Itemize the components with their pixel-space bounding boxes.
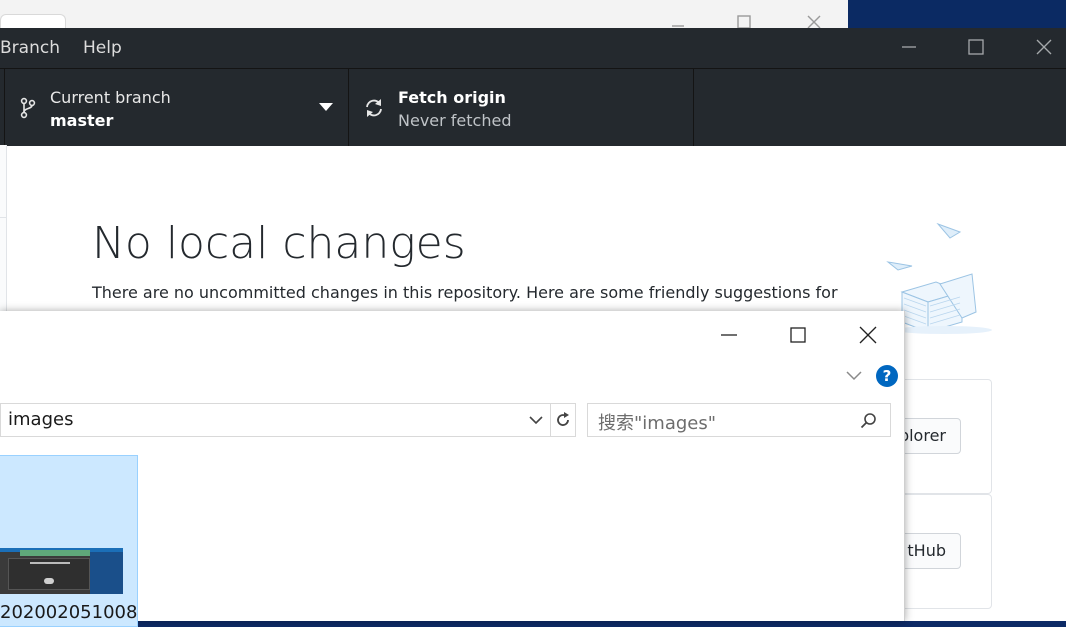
current-branch-button[interactable]: Current branch master [5,69,348,146]
desktop-background [848,0,1066,28]
chevron-down-icon [319,103,333,111]
background-window [0,0,849,29]
menu-help[interactable]: Help [83,38,122,58]
search-placeholder: 搜索"images" [598,413,717,434]
toolbar-divider [693,69,694,146]
toolbar: Current branch master Fetch origin Never… [0,68,1066,146]
fetch-title: Fetch origin [398,88,506,107]
minimize-icon[interactable] [898,36,920,58]
address-dropdown-icon[interactable] [529,414,543,426]
file-thumbnail [0,548,123,594]
background-tab [0,14,66,29]
current-branch-value: master [50,111,114,130]
help-icon[interactable]: ? [875,364,899,388]
expand-ribbon-chevron-icon[interactable] [845,368,863,382]
search-input[interactable]: 搜索"images" [587,403,891,437]
address-bar[interactable]: images [0,403,576,437]
svg-text:?: ? [883,367,892,385]
menu-branch[interactable]: Branch [0,38,60,58]
background-maximize-icon [737,15,751,28]
background-close-icon [807,15,821,28]
fetch-origin-button[interactable]: Fetch origin Never fetched [349,69,693,146]
file-item-selected[interactable]: 202002051008 [0,455,138,627]
minimize-icon[interactable] [717,323,741,347]
explorer-titlebar [0,311,904,357]
background-minimize-icon [672,25,684,27]
menu-bar: Branch Help [0,28,1066,68]
close-icon[interactable] [1033,36,1055,58]
search-icon[interactable] [860,412,877,429]
address-path: images [8,409,74,430]
sync-icon [366,99,382,117]
address-row: images 搜索"images" [0,403,904,437]
page-description: There are no uncommitted changes in this… [92,283,838,302]
fetch-subtitle: Never fetched [398,111,512,130]
file-explorer-window: ? images 搜索"images" 202002051008 [0,311,905,627]
maximize-icon[interactable] [965,36,987,58]
page-title: No local changes [92,218,466,269]
address-divider [550,404,551,436]
file-name: 202002051008 [0,602,138,623]
refresh-icon[interactable] [554,411,572,429]
current-branch-label: Current branch [50,88,171,107]
branch-icon [20,97,36,119]
close-icon[interactable] [856,323,880,347]
maximize-icon[interactable] [786,323,810,347]
